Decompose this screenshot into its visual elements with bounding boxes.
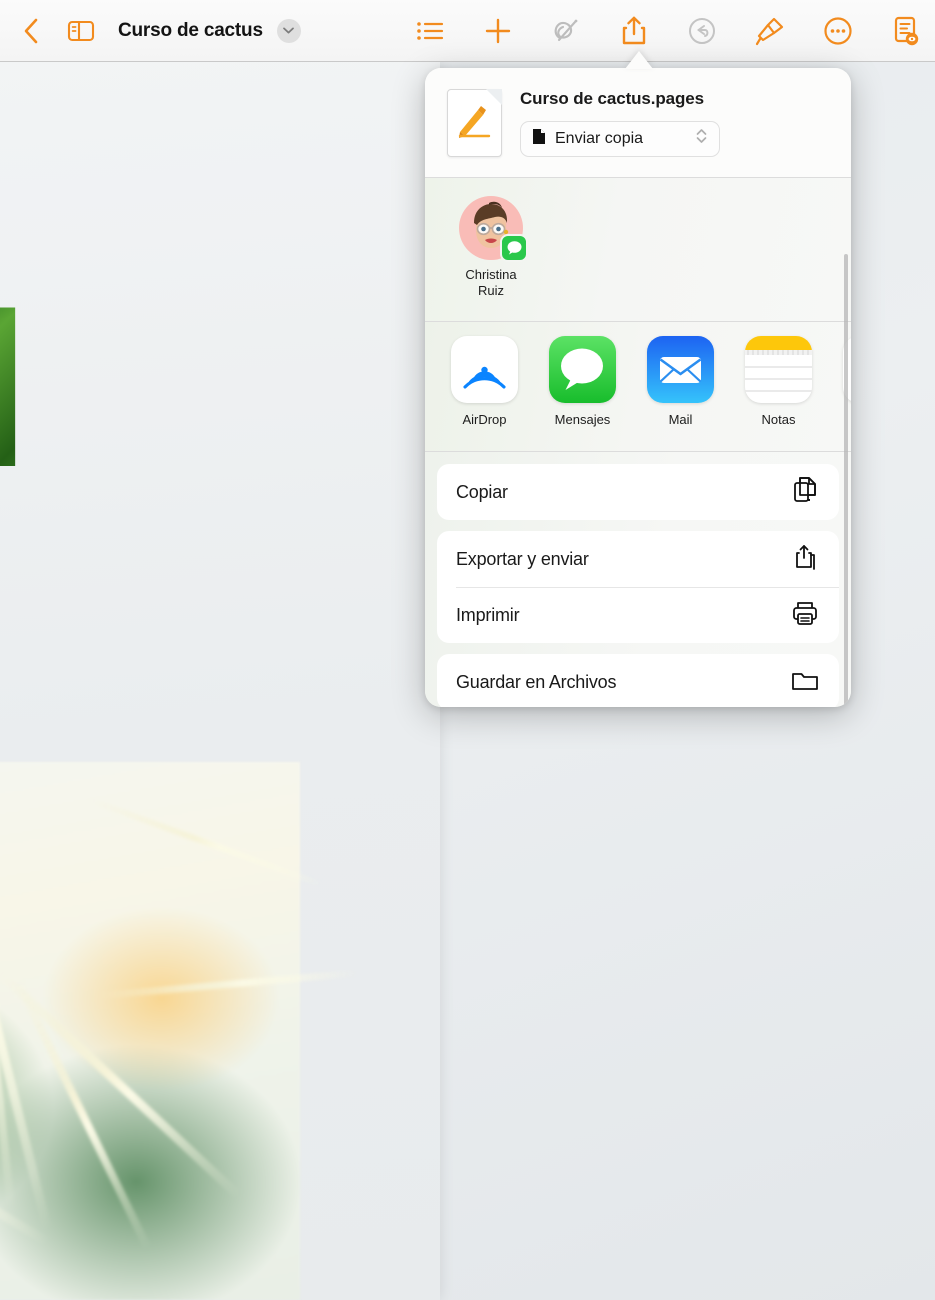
spine bbox=[87, 797, 325, 889]
share-action-group: Exportar y enviar Imprimir bbox=[437, 531, 839, 643]
spine bbox=[0, 967, 242, 1199]
share-apps-row: AirDrop Mensajes Mail Notas bbox=[425, 322, 851, 452]
app-toolbar: Curso de cactus bbox=[0, 0, 935, 62]
share-app-airdrop[interactable]: AirDrop bbox=[451, 336, 518, 427]
vertical-scrollbar[interactable] bbox=[844, 254, 848, 707]
list-view-icon[interactable] bbox=[407, 8, 453, 54]
popover-arrow bbox=[625, 51, 653, 69]
share-filename: Curso de cactus.pages bbox=[520, 88, 705, 108]
format-brush-icon[interactable] bbox=[747, 8, 793, 54]
contact-suggestion[interactable]: Christina Ruiz bbox=[451, 196, 531, 299]
document-page[interactable]: ctı e Lesson bbox=[0, 62, 440, 1300]
share-action-group: Copiar bbox=[437, 464, 839, 520]
undo-icon[interactable] bbox=[679, 8, 725, 54]
share-app-label: AirDrop bbox=[462, 412, 507, 427]
share-action-guardar-en-archivos[interactable]: Guardar en Archivos bbox=[437, 654, 839, 707]
copy-documents-icon bbox=[790, 475, 820, 510]
back-chevron-icon[interactable] bbox=[8, 8, 54, 54]
share-action-group: Guardar en Archivos bbox=[437, 654, 839, 707]
folder-icon bbox=[790, 665, 820, 700]
memoji-avatar bbox=[459, 196, 528, 262]
more-icon[interactable] bbox=[815, 8, 861, 54]
export-share-icon bbox=[790, 542, 820, 577]
mail-icon bbox=[647, 336, 714, 403]
document-icon bbox=[532, 128, 546, 150]
up-down-chevron-icon bbox=[695, 126, 708, 151]
pages-document-icon bbox=[447, 88, 502, 157]
share-app-mail[interactable]: Mail bbox=[647, 336, 714, 427]
share-actions-list: Copiar Exportar y enviar Imprimir Guarda… bbox=[425, 452, 851, 707]
toolbar-left-group: Curso de cactus bbox=[0, 8, 301, 54]
share-app-label: Notas bbox=[761, 412, 796, 427]
page-title: Curso de cactus bbox=[118, 19, 263, 41]
share-app-messages[interactable]: Mensajes bbox=[549, 336, 616, 427]
share-action-label: Guardar en Archivos bbox=[456, 671, 617, 692]
cactus-photo bbox=[0, 762, 360, 1300]
toolbar-right-group bbox=[407, 8, 935, 54]
document-options-icon[interactable] bbox=[883, 8, 929, 54]
messages-badge-icon bbox=[500, 234, 528, 262]
send-mode-button[interactable]: Enviar copia bbox=[520, 120, 720, 157]
share-sheet-popover: Curso de cactus.pages Enviar copia Chris… bbox=[425, 68, 851, 707]
share-action-copiar[interactable]: Copiar bbox=[437, 464, 839, 520]
contact-name: Christina Ruiz bbox=[465, 267, 517, 298]
document-headline: ctı bbox=[0, 212, 25, 512]
notes-icon bbox=[745, 336, 812, 403]
share-action-label: Copiar bbox=[456, 481, 508, 502]
title-chevron-down-icon[interactable] bbox=[276, 18, 301, 43]
share-sheet-header-text: Curso de cactus.pages Enviar copia bbox=[520, 89, 720, 157]
insert-icon[interactable] bbox=[475, 8, 521, 54]
share-sheet-header: Curso de cactus.pages Enviar copia bbox=[425, 68, 851, 178]
share-action-exportar-y-enviar[interactable]: Exportar y enviar bbox=[437, 531, 839, 587]
share-action-label: Imprimir bbox=[456, 604, 520, 625]
sidebar-toggle-icon[interactable] bbox=[58, 8, 104, 54]
share-action-imprimir[interactable]: Imprimir bbox=[437, 587, 839, 643]
messages-icon bbox=[549, 336, 616, 403]
scribble-icon[interactable] bbox=[543, 8, 589, 54]
spine bbox=[100, 969, 360, 999]
spine bbox=[0, 780, 15, 1209]
airdrop-icon bbox=[451, 336, 518, 403]
send-mode-label: Enviar copia bbox=[555, 129, 644, 147]
spine bbox=[12, 977, 152, 1251]
share-app-label: Mail bbox=[668, 412, 693, 427]
printer-icon bbox=[790, 598, 820, 633]
share-contacts-row: Christina Ruiz bbox=[425, 178, 851, 322]
share-action-label: Exportar y enviar bbox=[456, 548, 589, 569]
share-icon[interactable] bbox=[611, 8, 657, 54]
share-app-label: Mensajes bbox=[554, 412, 611, 427]
share-app-notes[interactable]: Notas bbox=[745, 336, 812, 427]
